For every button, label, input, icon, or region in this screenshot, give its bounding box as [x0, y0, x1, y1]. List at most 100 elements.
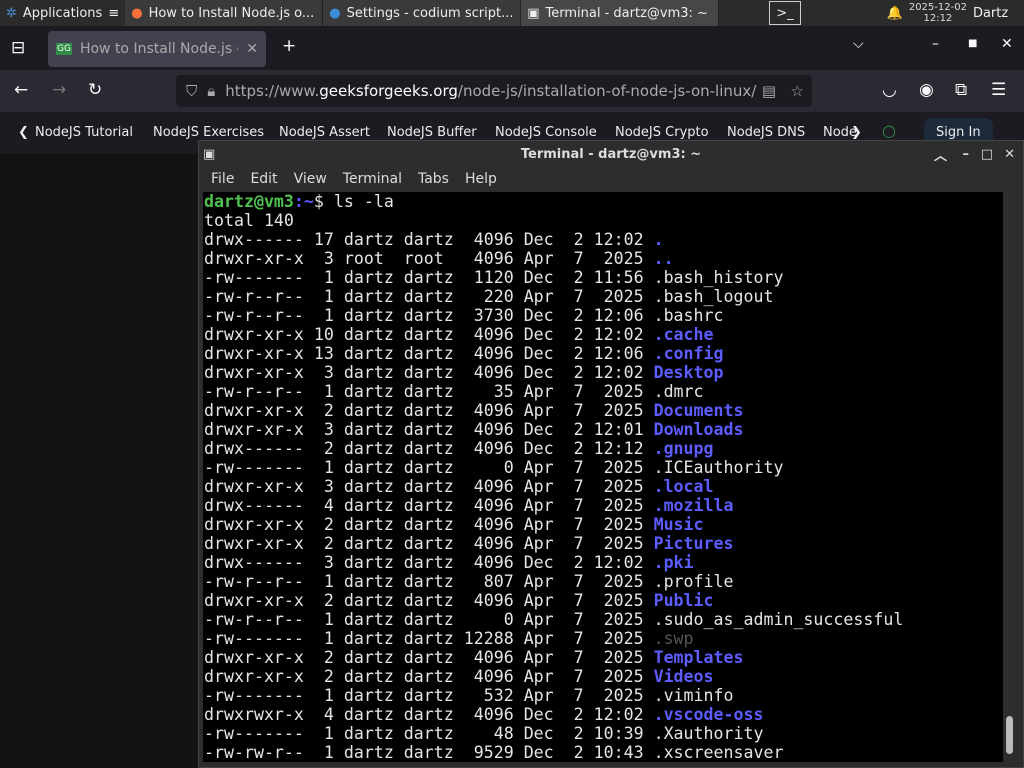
menu-tabs[interactable]: Tabs	[410, 171, 457, 187]
terminal-launcher[interactable]: >_	[769, 1, 801, 25]
menu-icon[interactable]: ☰	[991, 80, 1006, 100]
site-nav-link[interactable]: NodeJS Crypto	[615, 125, 709, 140]
forward-icon[interactable]: →	[52, 80, 66, 100]
entry-name: Documents	[653, 401, 744, 420]
menu-help[interactable]: Help	[457, 171, 505, 187]
close-tab-icon[interactable]: ✕	[246, 41, 258, 57]
user-menu[interactable]: Dartz	[967, 0, 1014, 26]
account-icon[interactable]: ◉	[919, 80, 934, 100]
site-nav-link[interactable]: NodeJS Assert	[279, 125, 370, 140]
prompt-line: dartz@vm3:~$ ls -la	[204, 192, 394, 211]
url-bar[interactable]: ⛉ 🔒︎ https://www.geeksforgeeks.org/node-j…	[176, 75, 812, 107]
entry-name: .profile	[653, 572, 734, 591]
site-nav-link[interactable]: NodeJS Exercises	[153, 125, 264, 140]
ls-entry: -rw-r--r-- 1 dartz dartz 0 Apr 7 2025 .s…	[204, 610, 1004, 629]
entry-name: Videos	[653, 667, 714, 686]
entry-name: .pki	[653, 553, 694, 572]
entry-name: .mozilla	[653, 496, 734, 515]
close-icon[interactable]: ✕	[1004, 147, 1015, 162]
ls-entry: drwxr-xr-x 2 dartz dartz 4096 Apr 7 2025…	[204, 534, 1004, 553]
chevron-down-icon[interactable]: ⌵	[853, 36, 864, 52]
ls-entry: drwx------ 4 dartz dartz 4096 Apr 7 2025…	[204, 496, 1004, 515]
site-nav-link[interactable]: NodeJS DNS	[727, 125, 805, 140]
browser-tab[interactable]: GG How to Install Node.js or ✕	[48, 31, 266, 67]
taskbar-codium[interactable]: ● Settings - codium script...	[323, 0, 522, 26]
back-icon[interactable]: ←	[14, 80, 28, 100]
new-tab-icon[interactable]: +	[282, 36, 296, 56]
top-panel: ✲ Applications ≡ ● How to Install Node.js o…	[0, 0, 1024, 26]
entry-name: Downloads	[653, 420, 744, 439]
terminal-output[interactable]: dartz@vm3:~$ ls -la total 140 drwx------ 1…	[203, 192, 1004, 762]
entry-info: -rw------- 1 dartz dartz 48 Dec 2 10:39	[204, 724, 654, 743]
ls-entry: -rw------- 1 dartz dartz 0 Apr 7 2025 .I…	[204, 458, 1004, 477]
clock[interactable]: 2025-12-02 12:12	[909, 2, 967, 24]
entry-name: .cache	[653, 325, 714, 344]
minimize-icon[interactable]: –	[932, 36, 939, 52]
terminal-menubar: File Edit View Terminal Tabs Help	[199, 167, 1023, 191]
extensions-icon[interactable]: ⧉	[955, 80, 967, 100]
bookmark-star-icon[interactable]: ☆	[791, 82, 804, 100]
taskbar-firefox[interactable]: ● How to Install Node.js o...	[125, 0, 324, 26]
ls-entry: drwxr-xr-x 2 dartz dartz 4096 Apr 7 2025…	[204, 591, 1004, 610]
pocket-icon[interactable]: ◡	[882, 80, 897, 100]
ls-entry: -rw------- 1 dartz dartz 1120 Dec 2 11:5…	[204, 268, 1004, 287]
xfce-icon: ✲	[6, 5, 17, 21]
ls-entry: drwx------ 2 dartz dartz 4096 Dec 2 12:1…	[204, 439, 1004, 458]
entry-name: .vscode-oss	[653, 705, 764, 724]
firefox-icon: ●	[131, 5, 143, 21]
entry-name: .swp	[653, 629, 694, 648]
entry-name: .config	[653, 344, 724, 363]
menu-view[interactable]: View	[286, 171, 335, 187]
menu-file[interactable]: File	[203, 171, 242, 187]
ls-entry: -rw-r--r-- 1 dartz dartz 807 Apr 7 2025 …	[204, 572, 1004, 591]
menu-icon: ≡	[108, 5, 120, 21]
ls-entry: -rw------- 1 dartz dartz 532 Apr 7 2025 …	[204, 686, 1004, 705]
entry-info: -rw-r--r-- 1 dartz dartz 220 Apr 7 2025	[204, 287, 654, 306]
entry-name: Music	[653, 515, 704, 534]
applications-menu[interactable]: ✲ Applications ≡	[0, 0, 125, 26]
maximize-icon[interactable]: □	[981, 147, 993, 162]
entry-name: .Xauthority	[653, 724, 764, 743]
terminal-titlebar[interactable]: ▣ Terminal - dartz@vm3: ~ ︿ – □ ✕	[199, 141, 1023, 167]
site-nav-link[interactable]: NodeJS Buffer	[387, 125, 477, 140]
maximize-icon[interactable]: ■	[968, 38, 977, 49]
notifications-button[interactable]: 🔔	[881, 0, 909, 26]
entry-info: drwxr-xr-x 2 dartz dartz 4096 Apr 7 2025	[204, 667, 654, 686]
entry-info: drwx------ 4 dartz dartz 4096 Apr 7 2025	[204, 496, 654, 515]
reload-icon[interactable]: ↻	[88, 80, 102, 100]
close-icon[interactable]: ✕	[1001, 36, 1013, 52]
entry-info: drwxr-xr-x 10 dartz dartz 4096 Dec 2 12:…	[204, 325, 654, 344]
ls-entry: drwxr-xr-x 10 dartz dartz 4096 Dec 2 12:…	[204, 325, 1004, 344]
terminal-scrollbar[interactable]	[1003, 192, 1017, 762]
entry-name: .bash_logout	[653, 287, 774, 306]
menu-edit[interactable]: Edit	[242, 171, 285, 187]
entry-info: drwxrwxr-x 4 dartz dartz 4096 Dec 2 12:0…	[204, 705, 654, 724]
reader-view-icon[interactable]: ▤	[762, 82, 776, 100]
site-nav-link[interactable]: NodeJS Console	[495, 125, 597, 140]
terminal-icon: >_	[776, 5, 794, 21]
ls-entry: -rw-r--r-- 1 dartz dartz 220 Apr 7 2025 …	[204, 287, 1004, 306]
ls-entry: drwxr-xr-x 3 root root 4096 Apr 7 2025 .…	[204, 249, 1004, 268]
gfg-favicon: GG	[56, 43, 72, 55]
chevron-up-icon[interactable]: ︿	[934, 145, 947, 164]
ls-entry: drwxr-xr-x 3 dartz dartz 4096 Dec 2 12:0…	[204, 363, 1004, 382]
entry-name: .sudo_as_admin_successful	[653, 610, 904, 629]
entry-name: .dmrc	[653, 382, 704, 401]
taskbar-terminal[interactable]: ▣ Terminal - dartz@vm3: ~	[521, 0, 720, 26]
chevron-right-icon[interactable]: ❯	[851, 125, 862, 140]
chevron-left-icon[interactable]: ❮	[18, 125, 29, 140]
minimize-icon[interactable]: –	[963, 147, 970, 162]
menu-terminal[interactable]: Terminal	[335, 171, 410, 187]
shield-icon: ⛉	[186, 82, 198, 100]
entry-name: Pictures	[653, 534, 734, 553]
site-nav-link[interactable]: NodeJS Tutorial	[35, 125, 133, 140]
scrollbar-thumb[interactable]	[1006, 716, 1013, 754]
terminal-icon: ▣	[527, 5, 540, 21]
entry-info: drwxr-xr-x 3 root root 4096 Apr 7 2025	[204, 249, 654, 268]
bell-icon: 🔔	[886, 5, 903, 21]
search-icon[interactable]: ○	[882, 121, 896, 140]
tab-list-icon[interactable]: ⊟	[11, 38, 25, 58]
entry-info: -rw------- 1 dartz dartz 1120 Dec 2 11:5…	[204, 268, 654, 287]
ls-entry: drwxr-xr-x 2 dartz dartz 4096 Apr 7 2025…	[204, 401, 1004, 420]
entry-info: -rw------- 1 dartz dartz 12288 Apr 7 202…	[204, 629, 654, 648]
